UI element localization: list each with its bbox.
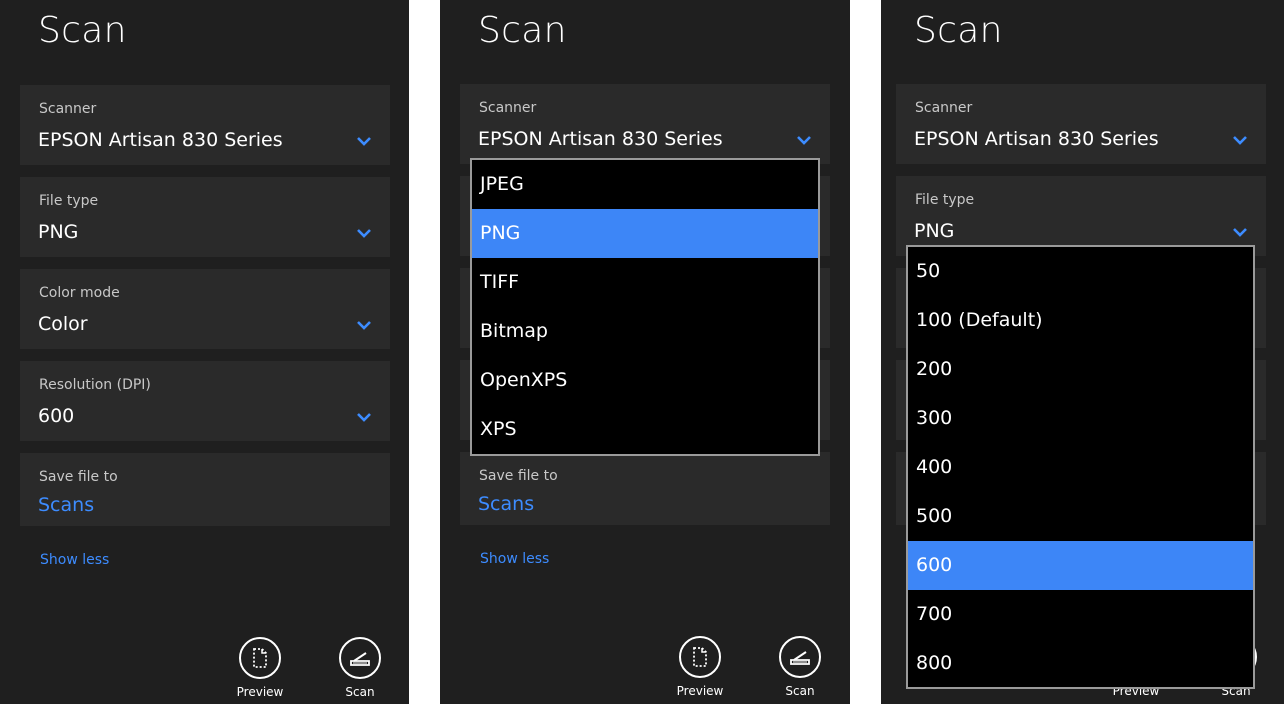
chevron-down-icon — [357, 413, 371, 422]
filetype-select[interactable]: File type PNG — [20, 177, 390, 257]
scan-button[interactable]: Scan — [770, 636, 830, 698]
filetype-option-tiff[interactable]: TIFF — [472, 258, 818, 307]
resolution-label: Resolution (DPI) — [39, 377, 151, 393]
scanner-value: EPSON Artisan 830 Series — [38, 129, 283, 151]
scanner-value: EPSON Artisan 830 Series — [478, 128, 723, 150]
scanner-icon — [350, 652, 370, 666]
show-less-link[interactable]: Show less — [480, 551, 549, 567]
scanner-select[interactable]: Scanner EPSON Artisan 830 Series — [20, 85, 390, 165]
filetype-value: PNG — [914, 220, 955, 242]
resolution-option-700[interactable]: 700 — [908, 590, 1253, 639]
savefile-field: Save file to Scans — [460, 452, 830, 525]
preview-page-icon — [693, 647, 707, 667]
scanner-select[interactable]: Scanner EPSON Artisan 830 Series — [460, 84, 830, 164]
page-title: Scan — [478, 10, 567, 51]
chevron-down-icon — [1233, 228, 1247, 237]
resolution-option-100[interactable]: 100 (Default) — [908, 296, 1253, 345]
resolution-option-800[interactable]: 800 — [908, 639, 1253, 688]
scan-panel-collapsed: Scan Scanner EPSON Artisan 830 Series Fi… — [0, 0, 409, 704]
show-less-link[interactable]: Show less — [40, 552, 109, 568]
colormode-select[interactable]: Color mode Color — [20, 269, 390, 349]
scan-label: Scan — [345, 685, 375, 699]
scan-label: Scan — [785, 684, 815, 698]
scanner-label: Scanner — [479, 100, 537, 116]
preview-label: Preview — [676, 684, 724, 698]
resolution-option-200[interactable]: 200 — [908, 345, 1253, 394]
resolution-option-400[interactable]: 400 — [908, 443, 1253, 492]
savefile-folder-link[interactable]: Scans — [478, 493, 534, 515]
scan-panel-filetype-open: Scan Scanner EPSON Artisan 830 Series Sa… — [440, 0, 850, 704]
page-title: Scan — [38, 10, 127, 51]
preview-label: Preview — [236, 685, 284, 699]
chevron-down-icon — [357, 229, 371, 238]
scanner-label: Scanner — [915, 100, 973, 116]
scanner-icon — [790, 651, 810, 665]
scan-panel-resolution-open: Scan Scanner EPSON Artisan 830 Series Fi… — [881, 0, 1284, 704]
colormode-value: Color — [38, 313, 88, 335]
savefile-label: Save file to — [479, 468, 558, 484]
preview-button[interactable]: Preview — [230, 637, 290, 699]
resolution-value: 600 — [38, 405, 75, 427]
filetype-value: PNG — [38, 221, 79, 243]
resolution-option-50[interactable]: 50 — [908, 247, 1253, 296]
scanner-select[interactable]: Scanner EPSON Artisan 830 Series — [896, 84, 1266, 164]
chevron-down-icon — [357, 137, 371, 146]
scan-button[interactable]: Scan — [330, 637, 390, 699]
chevron-down-icon — [797, 136, 811, 145]
resolution-dropdown-list: 50 100 (Default) 200 300 400 500 600 700… — [906, 245, 1255, 689]
preview-page-icon — [253, 648, 267, 668]
savefile-label: Save file to — [39, 469, 118, 485]
page-title: Scan — [914, 10, 1003, 51]
resolution-select[interactable]: Resolution (DPI) 600 — [20, 361, 390, 441]
resolution-option-500[interactable]: 500 — [908, 492, 1253, 541]
chevron-down-icon — [357, 321, 371, 330]
preview-button[interactable]: Preview — [670, 636, 730, 698]
filetype-option-png-selected[interactable]: PNG — [472, 209, 818, 258]
savefile-folder-link[interactable]: Scans — [38, 494, 94, 516]
filetype-select[interactable]: File type PNG — [896, 176, 1266, 256]
scanner-label: Scanner — [39, 101, 97, 117]
scanner-value: EPSON Artisan 830 Series — [914, 128, 1159, 150]
colormode-label: Color mode — [39, 285, 120, 301]
chevron-down-icon — [1233, 136, 1247, 145]
filetype-label: File type — [915, 192, 975, 208]
filetype-option-jpeg[interactable]: JPEG — [472, 160, 818, 209]
filetype-label: File type — [39, 193, 99, 209]
resolution-option-600-selected[interactable]: 600 — [908, 541, 1253, 590]
filetype-option-xps[interactable]: XPS — [472, 405, 818, 454]
filetype-dropdown-list: JPEG PNG TIFF Bitmap OpenXPS XPS — [470, 158, 820, 456]
resolution-option-300[interactable]: 300 — [908, 394, 1253, 443]
filetype-option-openxps[interactable]: OpenXPS — [472, 356, 818, 405]
savefile-field: Save file to Scans — [20, 453, 390, 526]
filetype-option-bitmap[interactable]: Bitmap — [472, 307, 818, 356]
